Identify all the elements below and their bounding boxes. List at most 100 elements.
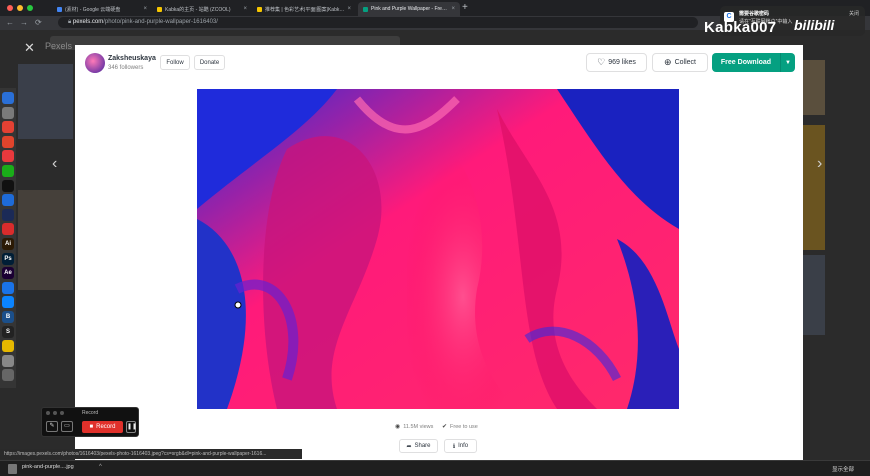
likes-count: 969 likes [608, 59, 636, 66]
bilibili-logo: bilibili [794, 17, 835, 33]
tab-zcool-collection[interactable]: 推荐集 | 色彩艺术|平面|图案|Kabka... × [252, 2, 356, 16]
close-tab-icon[interactable]: × [451, 6, 455, 12]
app-icon[interactable] [2, 281, 14, 294]
pen-icon[interactable]: ✎ [46, 421, 58, 432]
collect-button[interactable]: ⊕ Collect [652, 53, 708, 72]
download-shelf: pink-and-purple....jpg ^ 显示全部 [0, 460, 870, 476]
tab-label: 推荐集 | 色彩艺术|平面|图案|Kabka... [265, 6, 345, 13]
notification-close-button[interactable]: 关闭 [849, 10, 859, 17]
photo-modal: Zaksheuskaya 346 followers Follow Donate… [75, 45, 803, 460]
app-store-icon[interactable] [2, 296, 14, 309]
pexels-logo: Pexels [45, 41, 73, 51]
next-photo-button[interactable]: › [817, 155, 822, 173]
check-circle-icon: ✔ [442, 424, 448, 430]
author-followers: 346 followers [108, 65, 144, 71]
license-stat: ✔ Free to use [442, 423, 478, 431]
backdrop-tile [800, 255, 825, 335]
chrome-icon[interactable] [2, 121, 14, 134]
weibo-icon[interactable] [2, 150, 14, 163]
qq-icon[interactable] [2, 179, 14, 192]
show-all-button[interactable]: 显示全部 [832, 465, 854, 473]
app-icon[interactable]: S [2, 325, 14, 338]
eye-icon: ◉ [395, 424, 401, 430]
like-button[interactable]: ♡ 969 likes [586, 53, 647, 72]
url-path: /photo/pink-and-purple-wallpaper-1616403… [103, 19, 218, 25]
pause-button[interactable]: ❚❚ [126, 421, 137, 433]
free-to-use-label[interactable]: Free to use [450, 424, 478, 430]
close-window-icon[interactable] [7, 5, 13, 11]
mac-dock: Ai Ps Ae B S [0, 88, 16, 388]
backdrop-tile [18, 64, 73, 139]
app-icon[interactable] [2, 208, 14, 221]
share-button[interactable]: ➦ Share [399, 439, 438, 453]
folder-icon[interactable] [2, 354, 14, 367]
free-download-button[interactable]: Free Download ▼ [712, 53, 795, 72]
zcool-favicon-icon [157, 6, 162, 12]
tab-pexels-photo[interactable]: Pink and Purple Wallpaper - Free... × [358, 2, 460, 16]
share-icon: ➦ [406, 443, 412, 450]
minimize-window-icon[interactable] [17, 5, 23, 11]
info-label: Info [458, 443, 469, 449]
close-modal-button[interactable]: ✕ [24, 40, 35, 56]
camera-icon: ■ [89, 424, 94, 430]
record-label: Record [96, 424, 116, 430]
chevron-down-icon[interactable]: ▼ [781, 60, 795, 66]
link-status-bar: https://images.pexels.com/photos/1616403… [0, 449, 302, 459]
donate-button[interactable]: Donate [194, 55, 225, 70]
follow-label: Follow [166, 59, 184, 66]
download-label: Free Download [720, 59, 772, 66]
uploader-watermark: Kabka007 [704, 19, 777, 36]
close-tab-icon[interactable]: × [243, 6, 247, 12]
forward-button[interactable]: → [20, 17, 28, 28]
zcool-favicon-icon [257, 6, 262, 12]
backdrop-tile [800, 60, 825, 115]
trash-icon[interactable] [2, 369, 14, 382]
launchpad-icon[interactable] [2, 106, 14, 119]
author-avatar[interactable] [85, 53, 105, 73]
app-icon[interactable] [2, 194, 14, 207]
finder-icon[interactable] [2, 92, 14, 104]
app-icon[interactable] [2, 223, 14, 236]
recorder-minimize-icon[interactable] [53, 411, 57, 415]
info-button[interactable]: ℹ Info [444, 439, 477, 453]
recorder-title: Record [82, 410, 99, 416]
screen-select-icon[interactable]: ▭ [61, 421, 73, 432]
downloaded-file[interactable]: pink-and-purple....jpg [22, 464, 74, 470]
address-bar[interactable]: 🔒︎ pexels.com/photo/pink-and-purple-wall… [58, 17, 698, 28]
backdrop-tile [800, 125, 825, 250]
close-tab-icon[interactable]: × [347, 6, 351, 12]
recorder-close-icon[interactable] [46, 411, 50, 415]
new-tab-button[interactable]: + [462, 2, 468, 14]
after-effects-icon[interactable]: Ae [2, 267, 14, 280]
record-button[interactable]: ■ Record [82, 421, 123, 433]
url-domain: pexels.com [72, 19, 104, 25]
tab-google-drive[interactable]: (素材) - Google 云端硬盘 × [52, 2, 152, 16]
chevron-up-icon[interactable]: ^ [99, 464, 102, 470]
notification-title: 需要谷歌密码 [739, 11, 770, 17]
close-tab-icon[interactable]: × [143, 6, 147, 12]
screen: (素材) - Google 云端硬盘 × Kabka的主页 - 站酷 (ZCOO… [0, 0, 870, 476]
wechat-icon[interactable] [2, 165, 14, 177]
abstract-paint-artwork [197, 89, 679, 409]
back-button[interactable]: ← [6, 17, 14, 28]
photo-image[interactable] [197, 89, 679, 409]
file-icon [8, 464, 17, 474]
illustrator-icon[interactable]: Ai [2, 238, 14, 250]
tab-zcool-profile[interactable]: Kabka的主页 - 站酷 (ZCOOL) × [152, 2, 252, 16]
app-icon[interactable]: B [2, 311, 14, 323]
zoom-window-icon[interactable] [27, 5, 33, 11]
collect-label: Collect [674, 59, 696, 66]
tab-label: Pink and Purple Wallpaper - Free... [371, 6, 449, 12]
previous-photo-button[interactable]: ‹ [52, 155, 57, 173]
app-icon[interactable] [2, 340, 14, 353]
reload-button[interactable]: ⟳ [35, 17, 42, 28]
app-icon[interactable] [2, 135, 14, 148]
author-name[interactable]: Zaksheuskaya [108, 55, 156, 62]
photoshop-icon[interactable]: Ps [2, 252, 14, 265]
follow-button[interactable]: Follow [160, 55, 190, 70]
share-label: Share [414, 443, 431, 449]
recorder-zoom-icon[interactable] [60, 411, 64, 415]
plus-circle-icon: ⊕ [664, 57, 672, 67]
screen-recorder-panel: Record ✎ ▭ ■ Record ❚❚ [41, 407, 139, 437]
backdrop-tile [18, 190, 73, 290]
